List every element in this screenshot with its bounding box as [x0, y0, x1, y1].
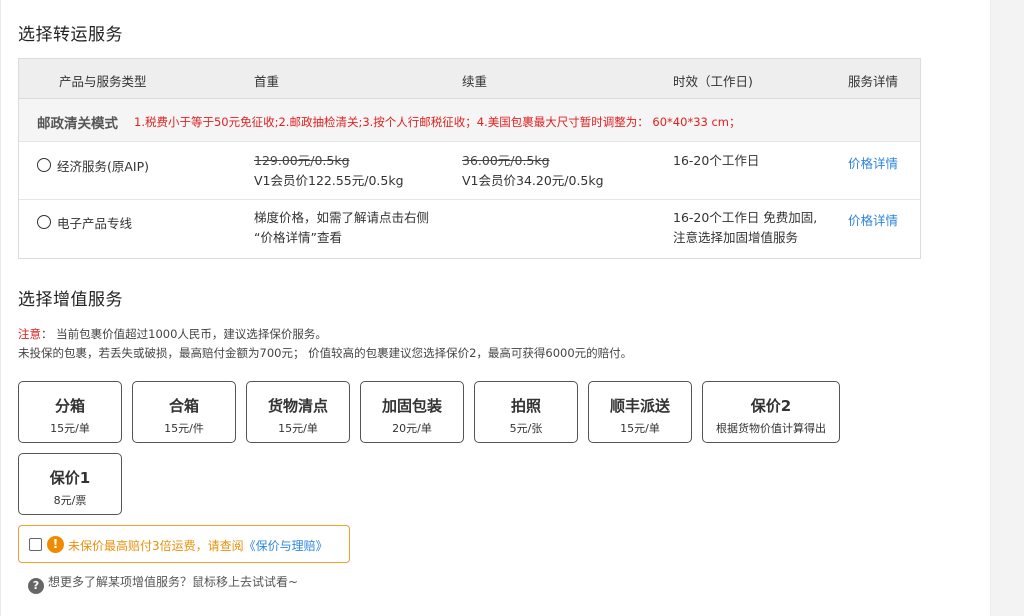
delivery-time: 16-20个工作日	[673, 153, 760, 168]
addon-photo-button[interactable]: 拍照 5元/张	[474, 381, 578, 443]
addon-merge-box-button[interactable]: 合箱 15元/件	[132, 381, 236, 443]
notice-line1: ： 当前包裹价值超过1000人民币，建议选择保价服务。	[41, 327, 327, 341]
price-note-line2: “价格详情”查看	[254, 230, 342, 245]
addon-name: 保价1	[49, 469, 91, 487]
price-note-line1: 梯度价格，如需了解请点击右侧	[254, 210, 430, 225]
addon-price: 15元/件	[164, 422, 204, 435]
addon-item-count-button[interactable]: 货物清点 15元/单	[246, 381, 350, 443]
addon-price: 15元/单	[620, 422, 660, 435]
shipping-section-title: 选择转运服务	[18, 25, 123, 45]
notice-label: 注意	[18, 327, 41, 341]
addon-insurance-2-button[interactable]: 保价2 根据货物价值计算得出	[702, 381, 840, 443]
insurance-ack-checkbox[interactable]	[29, 538, 42, 551]
addon-name: 拍照	[510, 397, 541, 415]
help-line: ? 想更多了解某项增值服务？鼠标移上去试试看~	[28, 573, 298, 594]
delivery-time-line1: 16-20个工作日 免费加固,	[673, 210, 818, 225]
first-weight-original-price: 129.00元/0.5kg	[254, 153, 350, 168]
extra-weight-original-price: 36.00元/0.5kg	[462, 153, 550, 168]
addon-name: 货物清点	[267, 397, 328, 415]
addon-price: 5元/张	[509, 422, 543, 435]
insurance-warning-box: ! 未保价最高赔付3倍运费，请查阅《保价与理赔》	[18, 525, 350, 563]
economy-radio[interactable]	[37, 158, 51, 172]
question-circle-icon: ?	[28, 578, 44, 594]
first-weight-member-price: V1会员价122.55元/0.5kg	[254, 173, 404, 188]
exclamation-circle-icon: !	[47, 536, 64, 553]
addon-split-box-button[interactable]: 分箱 15元/单	[18, 381, 122, 443]
col-header-service-type: 产品与服务类型	[59, 74, 147, 89]
mode-title: 邮政清关模式	[37, 116, 118, 132]
electronics-radio[interactable]	[37, 215, 51, 229]
service-row-electronics[interactable]: 电子产品专线 梯度价格，如需了解请点击右侧 “价格详情”查看 16-20个工作日…	[19, 200, 920, 258]
col-header-first-weight: 首重	[254, 74, 280, 89]
addon-name: 合箱	[168, 397, 199, 415]
extra-weight-member-price: V1会员价34.20元/0.5kg	[462, 173, 604, 188]
addon-price: 根据货物价值计算得出	[716, 422, 826, 435]
addon-name: 加固包装	[381, 397, 442, 415]
addon-insurance-1-button[interactable]: 保价1 8元/票	[18, 453, 122, 515]
addon-name: 分箱	[54, 397, 85, 415]
service-name: 经济服务(原AIP)	[57, 159, 150, 174]
left-border	[0, 0, 1, 616]
col-header-service-detail: 服务详情	[848, 74, 899, 89]
shipping-service-table: 产品与服务类型 首重 续重 时效（工作日) 服务详情 邮政清关模式 1.税费小于…	[18, 58, 921, 259]
addon-name: 保价2	[750, 397, 792, 415]
insurance-notice: 注意： 当前包裹价值超过1000人民币，建议选择保价服务。 未投保的包裹，若丢失…	[18, 325, 632, 363]
price-detail-link[interactable]: 价格详情	[848, 210, 898, 229]
addon-price: 8元/票	[53, 494, 87, 507]
insurance-claims-link[interactable]: 《保价与理赔》	[244, 539, 328, 553]
addon-sf-delivery-button[interactable]: 顺丰派送 15元/单	[588, 381, 692, 443]
addon-reinforce-pack-button[interactable]: 加固包装 20元/单	[360, 381, 464, 443]
addon-price: 15元/单	[50, 422, 90, 435]
price-detail-link[interactable]: 价格详情	[848, 153, 898, 172]
service-row-economy[interactable]: 经济服务(原AIP) 129.00元/0.5kg V1会员价122.55元/0.…	[19, 142, 920, 200]
addon-price: 20元/单	[392, 422, 432, 435]
col-header-extra-weight: 续重	[462, 74, 488, 89]
mode-note: 1.税费小于等于50元免征收;2.邮政抽检清关;3.按个人行邮税征收；4.美国包…	[134, 115, 741, 129]
addon-price: 15元/单	[278, 422, 318, 435]
notice-line2: 未投保的包裹，若丢失或破损，最高赔付金额为700元； 价值较高的包裹建议您选择保…	[18, 346, 633, 360]
value-added-section-title: 选择增值服务	[18, 290, 123, 310]
help-text: 想更多了解某项增值服务？鼠标移上去试试看~	[48, 575, 299, 589]
table-header: 产品与服务类型 首重 续重 时效（工作日) 服务详情	[19, 59, 920, 99]
insurance-warning-text: 未保价最高赔付3倍运费，请查阅	[68, 539, 244, 553]
delivery-time-line2: 注意选择加固增值服务	[673, 230, 799, 245]
service-name: 电子产品专线	[57, 216, 133, 231]
postal-clearance-mode-row: 邮政清关模式 1.税费小于等于50元免征收;2.邮政抽检清关;3.按个人行邮税征…	[19, 99, 920, 142]
col-header-delivery-time: 时效（工作日)	[673, 74, 753, 89]
addon-name: 顺丰派送	[609, 397, 670, 415]
right-gutter	[990, 0, 1024, 616]
